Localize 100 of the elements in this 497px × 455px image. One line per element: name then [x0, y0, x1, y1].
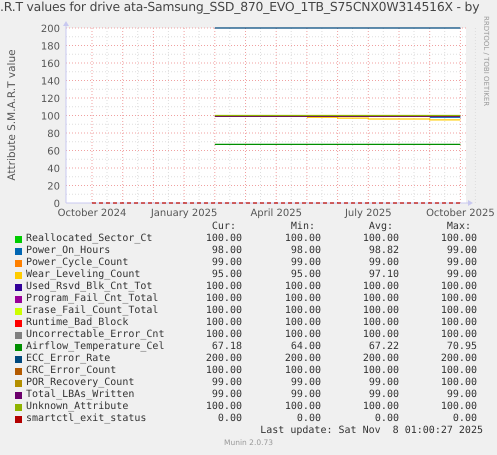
legend-name: POR_Recovery_Count [26, 377, 136, 389]
legend-value: 100.00 [204, 365, 242, 377]
legend-value: 200.00 [440, 353, 477, 365]
legend-value: 100.00 [204, 329, 242, 341]
legend-value: 95.00 [290, 269, 321, 281]
y-tick-label: 100 [40, 112, 60, 122]
column-header: Avg: [368, 221, 394, 233]
x-tick-label: October 2025 [426, 208, 495, 219]
legend-value: 100.00 [362, 401, 399, 413]
legend-value: 99.00 [446, 257, 477, 269]
y-tick-label: 20 [47, 182, 60, 192]
legend-value: 100.00 [362, 233, 399, 245]
y-tick-label: 160 [40, 59, 60, 70]
legend-name: Reallocated_Sector_Ct [26, 233, 154, 245]
legend-name: Runtime_Bad_Block [26, 317, 130, 329]
legend-value: 99.00 [446, 389, 477, 401]
legend-value: 0.00 [296, 413, 321, 425]
legend-value: 67.22 [368, 341, 399, 353]
legend-value: 70.95 [446, 341, 477, 353]
y-tick-label: 120 [40, 94, 60, 105]
legend-value: 99.00 [210, 257, 242, 269]
legend-value: 99.00 [210, 377, 242, 389]
legend-value: 0.00 [216, 413, 242, 425]
legend-value: 100.00 [284, 293, 321, 305]
y-tick-label: 0 [54, 199, 60, 210]
legend-value: 99.00 [368, 377, 399, 389]
legend-value: 100.00 [204, 317, 242, 329]
legend-value: 100.00 [440, 317, 477, 329]
legend-name: Uncorrectable_Error_Cnt [26, 329, 166, 341]
legend-name: Erase_Fail_Count_Total [26, 305, 160, 317]
legend-value: 99.00 [290, 389, 321, 401]
legend-value: 100.00 [440, 233, 477, 245]
column-header: Cur: [210, 221, 237, 233]
y-tick-label: 60 [47, 146, 60, 158]
legend-value: 100.00 [362, 281, 399, 293]
legend-value: 200.00 [204, 353, 242, 365]
legend-value: 100.00 [440, 305, 477, 317]
legend-name: Used_Rsvd_Blk_Cnt_Tot [26, 281, 154, 293]
legend-value: 100.00 [284, 317, 321, 329]
legend-value: 100.00 [204, 293, 242, 305]
legend-value: 99.00 [290, 257, 321, 269]
legend-value: 99.00 [446, 245, 477, 257]
legend-name: Program_Fail_Cnt_Total [26, 293, 160, 305]
legend-value: 100.00 [440, 377, 477, 389]
legend-value: 0.00 [452, 413, 477, 425]
legend-value: 67.18 [210, 341, 242, 353]
x-tick-label: January 2025 [150, 208, 218, 219]
legend-value: 100.00 [440, 281, 477, 293]
y-tick-label: 140 [40, 76, 60, 88]
legend-value: 100.00 [440, 401, 477, 413]
y-tick-label: 40 [47, 164, 60, 175]
legend-value: 98.00 [210, 245, 242, 257]
legend-name: Unknown_Attribute [26, 401, 130, 413]
last-update-text: Last update: Sat Nov 8 01:00:27 2025 [260, 425, 483, 436]
legend-value: 0.00 [374, 413, 399, 425]
legend-value: 99.00 [368, 389, 399, 401]
legend-name: Power_On_Hours [26, 245, 112, 257]
legend-name: CRC_Error_Count [26, 365, 118, 377]
y-tick-label: 80 [47, 129, 60, 140]
legend-value: 97.10 [368, 269, 399, 281]
legend-value: 64.00 [290, 341, 321, 353]
legend-value: 100.00 [440, 293, 477, 305]
legend-value: 200.00 [284, 353, 321, 365]
legend-value: 100.00 [284, 305, 321, 317]
legend-name: ECC_Error_Rate [26, 353, 112, 365]
legend-value: 100.00 [440, 329, 477, 341]
legend-value: 100.00 [204, 305, 242, 317]
legend-value: 99.00 [290, 377, 321, 389]
graph-title: .R.T values for drive ata-Samsung_SSD_870_EVO_1TB_S75CNX0W314516X - by [0, 0, 480, 14]
y-tick-label: 180 [40, 42, 60, 52]
legend-value: 99.00 [368, 257, 399, 269]
legend-value: 100.00 [284, 329, 321, 341]
legend-value: 100.00 [362, 365, 399, 377]
legend-value: 99.00 [446, 269, 477, 281]
legend-value: 100.00 [284, 281, 321, 293]
legend-value: 100.00 [284, 365, 321, 377]
legend-value: 99.00 [210, 389, 242, 401]
legend-value: 100.00 [362, 293, 399, 305]
legend-value: 200.00 [362, 353, 399, 365]
legend-value: 98.00 [290, 245, 321, 257]
legend-value: 100.00 [362, 329, 399, 341]
legend-name: Airflow_Temperature_Cel [26, 341, 166, 353]
legend-value: 100.00 [284, 233, 321, 245]
x-tick-label: October 2024 [58, 208, 126, 219]
legend-value: 100.00 [284, 401, 321, 413]
legend-value: 100.00 [204, 401, 242, 413]
y-tick-label: 200 [40, 24, 60, 35]
legend-name: Wear_Leveling_Count [26, 269, 142, 281]
legend-name: Power_Cycle_Count [26, 257, 130, 269]
column-header: Min: [290, 221, 316, 233]
y-axis-label: Attribute S.M.A.R.T value [6, 49, 18, 181]
legend-value: 100.00 [204, 281, 242, 293]
legend-value: 95.00 [210, 269, 242, 281]
legend-value: 100.00 [362, 317, 399, 329]
x-tick-label: April 2025 [250, 208, 302, 219]
legend-value: 100.00 [204, 233, 242, 245]
legend-value: 98.82 [368, 245, 399, 257]
legend-name: Total_LBAs_Written [26, 389, 136, 401]
legend-name: smartctl_exit_status [26, 413, 148, 425]
column-header: Max: [446, 221, 472, 233]
